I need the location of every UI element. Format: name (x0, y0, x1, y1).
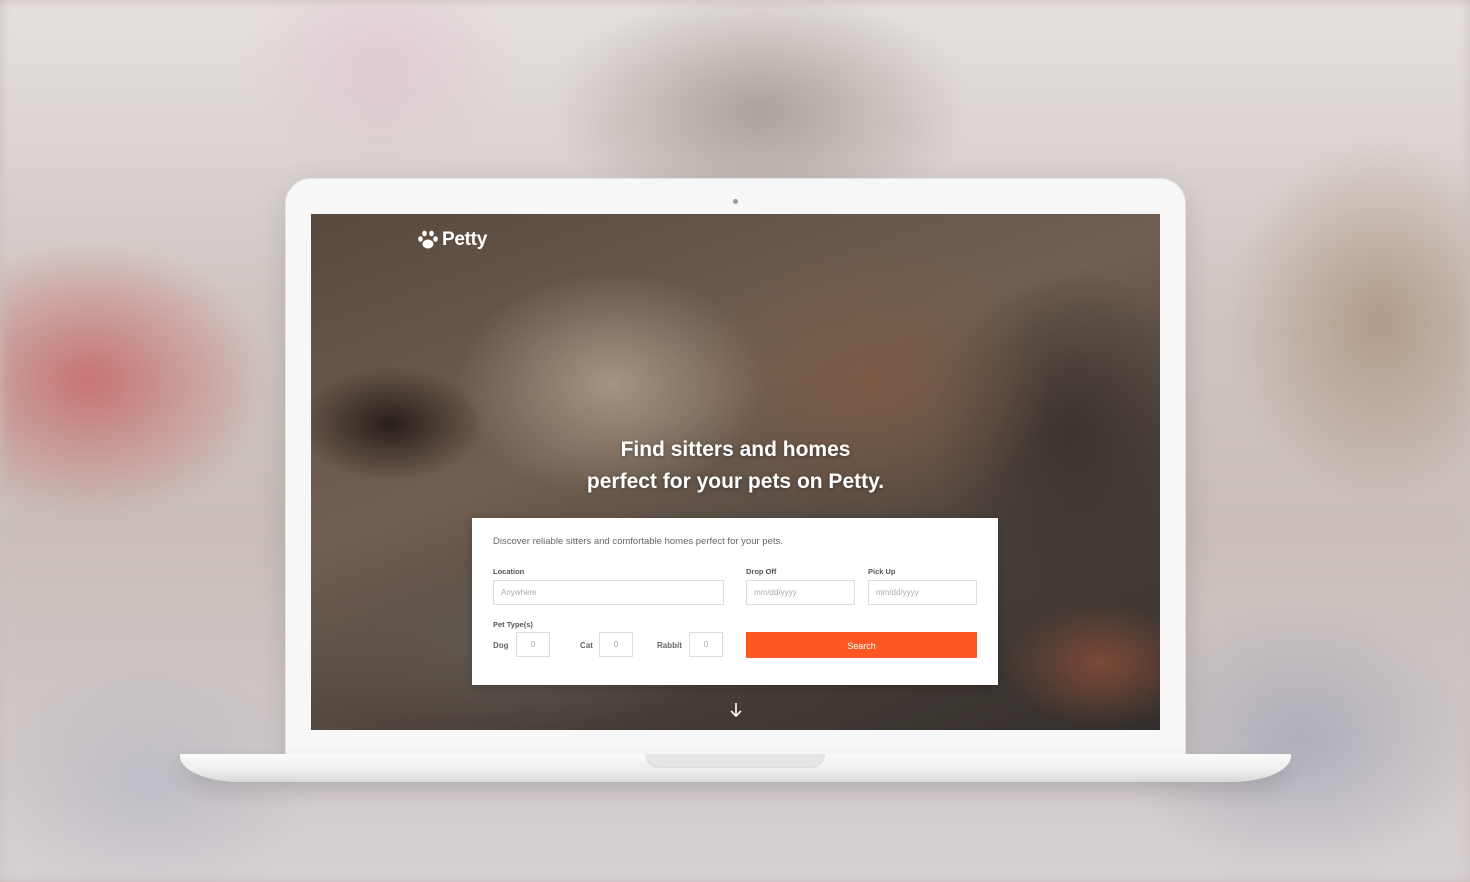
location-input[interactable]: Anywhere (493, 580, 724, 605)
pick-up-label: Pick Up (868, 567, 896, 576)
drop-off-input[interactable]: mm/dd/yyyy (746, 580, 855, 605)
headline-line-1: Find sitters and homes (620, 438, 851, 461)
search-card: Discover reliable sitters and comfortabl… (472, 518, 998, 685)
camera-dot (733, 199, 738, 204)
pet-rabbit-count[interactable]: 0 (689, 632, 723, 657)
location-label: Location (493, 567, 525, 576)
pet-types-label: Pet Type(s) (493, 620, 533, 629)
paw-icon (417, 230, 439, 250)
arrow-down-icon[interactable] (727, 701, 745, 724)
website-screen: Petty Find sitters and homes perfect for… (311, 214, 1160, 730)
drop-off-label: Drop Off (746, 567, 777, 576)
pet-dog-count[interactable]: 0 (516, 632, 550, 657)
pet-cat-count[interactable]: 0 (599, 632, 633, 657)
laptop-base (180, 754, 1291, 782)
search-button[interactable]: Search (746, 632, 977, 658)
pet-cat-label: Cat (580, 641, 593, 650)
pick-up-input[interactable]: mm/dd/yyyy (868, 580, 977, 605)
pet-dog-label: Dog (493, 641, 509, 650)
brand-name: Petty (442, 229, 487, 250)
laptop-notch (645, 754, 825, 768)
headline-line-2: perfect for your pets on Petty. (586, 470, 885, 493)
brand-logo[interactable]: Petty (417, 229, 487, 251)
pet-rabbit-label: Rabbit (657, 641, 682, 650)
search-intro: Discover reliable sitters and comfortabl… (493, 536, 783, 547)
hero-headline: Find sitters and homes perfect for your … (311, 434, 1160, 498)
